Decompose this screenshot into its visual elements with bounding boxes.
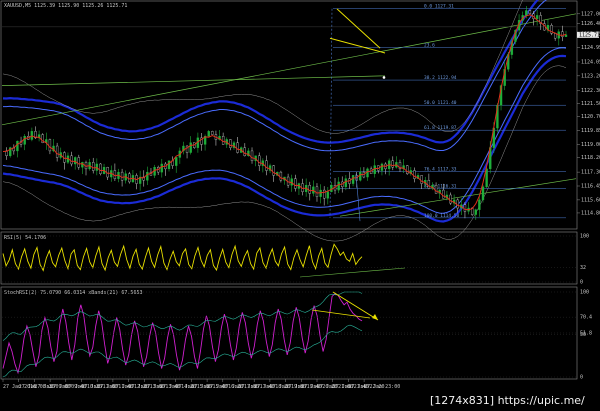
candle-body bbox=[481, 186, 485, 201]
candle-body bbox=[344, 178, 348, 188]
candle-body bbox=[279, 171, 283, 181]
price-tick-label: 1127.00 bbox=[581, 11, 600, 17]
candle-body bbox=[413, 170, 416, 179]
sub-tick-label: 100 bbox=[580, 290, 589, 296]
price-tick-label: 1120.70 bbox=[581, 114, 600, 120]
candle-body bbox=[23, 136, 26, 145]
candle-body bbox=[434, 184, 438, 194]
candle-body bbox=[250, 150, 254, 161]
candle-body bbox=[478, 199, 481, 210]
sub-tick-label: 0 bbox=[580, 280, 583, 286]
candle-body bbox=[449, 194, 452, 204]
candle-body bbox=[55, 145, 59, 158]
candle-body bbox=[337, 181, 340, 191]
current-price-label: 1125.71 bbox=[579, 32, 600, 38]
rsi-label: RSI(5) 54.1706 bbox=[4, 235, 46, 241]
fib-level-label: 50.0 1121.40 bbox=[424, 100, 457, 106]
chart-canvas: 0.0 1127.31 23.6 38.2 1122.94 50.0 1121.40 6… bbox=[0, 0, 600, 411]
chart-header: XAUUSD,M5 1125.39 1125.90 1125.26 1125.7… bbox=[4, 3, 127, 9]
candle-body bbox=[535, 15, 539, 19]
candle-body bbox=[326, 191, 329, 199]
candle-body bbox=[373, 165, 376, 174]
candle-body bbox=[92, 162, 95, 171]
candle-body bbox=[99, 163, 102, 174]
fib-level-label: 23.6 bbox=[424, 42, 435, 48]
fib-level-label: 76.4 1117.33 bbox=[424, 167, 457, 173]
sub-tick-label: 100 bbox=[580, 234, 589, 240]
price-tick-label: 1114.80 bbox=[581, 210, 600, 216]
price-tick-label: 1117.30 bbox=[581, 170, 600, 176]
candle-body bbox=[323, 189, 326, 199]
price-tick-label: 1124.95 bbox=[581, 45, 600, 51]
candle-body bbox=[406, 165, 409, 174]
candle-body bbox=[366, 168, 369, 178]
candle-body bbox=[113, 170, 117, 179]
candle-body bbox=[351, 175, 355, 184]
fib-level-label: 61.8 1119.87 bbox=[424, 125, 457, 131]
candle-body bbox=[128, 173, 131, 183]
watermark-text: [1274x831] https://upic.me/ bbox=[430, 394, 585, 407]
candle-body bbox=[189, 142, 192, 153]
fib-level-label: 38.2 1122.94 bbox=[424, 75, 457, 81]
price-tick-label: 1119.00 bbox=[581, 142, 600, 148]
candle-body bbox=[207, 131, 210, 137]
candle-body bbox=[474, 209, 477, 215]
fib-level-label: 0.0 1127.31 bbox=[424, 4, 454, 10]
candle-body bbox=[272, 165, 275, 176]
candle-body bbox=[528, 10, 532, 14]
price-tick-label: 1126.40 bbox=[581, 21, 600, 27]
time-tick-label: 27 Jan 23:00 bbox=[364, 384, 400, 390]
fib-level-label: 100.0 1114.50 bbox=[424, 213, 460, 219]
candle-body bbox=[211, 131, 214, 135]
sub-tick-label: 50 bbox=[580, 332, 586, 338]
candle-body bbox=[442, 189, 445, 199]
sub-tick-label: 0 bbox=[580, 375, 583, 381]
candle-body bbox=[456, 199, 459, 209]
candle-body bbox=[77, 157, 80, 168]
price-tick-label: 1119.85 bbox=[581, 128, 600, 134]
candle-body bbox=[258, 155, 261, 166]
candle-body bbox=[229, 139, 232, 148]
candle-body bbox=[48, 139, 52, 152]
sub-tick-label: 32 bbox=[580, 265, 586, 271]
price-tick-label: 1118.20 bbox=[581, 155, 600, 161]
candle-body bbox=[294, 178, 297, 189]
candle-body bbox=[315, 186, 319, 197]
candle-body bbox=[319, 189, 322, 197]
candle-body bbox=[265, 160, 268, 171]
price-tick-label: 1121.50 bbox=[581, 101, 600, 107]
candle-body bbox=[167, 160, 171, 170]
candle-body bbox=[359, 171, 362, 181]
candle-body bbox=[175, 157, 178, 166]
candle-body bbox=[420, 175, 423, 184]
candle-body bbox=[146, 171, 149, 181]
candle-body bbox=[380, 163, 384, 171]
signal-dot bbox=[382, 76, 386, 79]
sub-tick-label: 70.4 bbox=[580, 315, 592, 321]
candle-body bbox=[160, 163, 163, 173]
candle-body bbox=[463, 204, 467, 212]
candle-body bbox=[106, 167, 109, 178]
candle-body bbox=[73, 157, 77, 165]
price-tick-label: 1122.30 bbox=[581, 88, 600, 94]
candle-body bbox=[308, 184, 311, 194]
candle-body bbox=[70, 155, 73, 165]
candle-body bbox=[427, 180, 431, 189]
price-tick-label: 1115.60 bbox=[581, 197, 600, 203]
candle-body bbox=[236, 142, 239, 153]
stoch-label: StochRSI(2) 75.0790 66.0314 xBands(21) 6… bbox=[4, 290, 142, 296]
price-tick-label: 1116.45 bbox=[581, 184, 600, 190]
candle-body bbox=[120, 171, 124, 181]
candle-body bbox=[243, 147, 246, 157]
candle-body bbox=[81, 162, 84, 168]
candle-body bbox=[391, 160, 394, 168]
candle-body bbox=[16, 140, 19, 152]
price-tick-label: 1123.20 bbox=[581, 73, 600, 79]
candle-body bbox=[561, 31, 564, 37]
candle-body bbox=[564, 34, 568, 37]
candle-body bbox=[290, 178, 293, 186]
price-tick-label: 1124.05 bbox=[581, 59, 600, 65]
candle-body bbox=[553, 33, 557, 39]
candle-body bbox=[525, 10, 528, 16]
